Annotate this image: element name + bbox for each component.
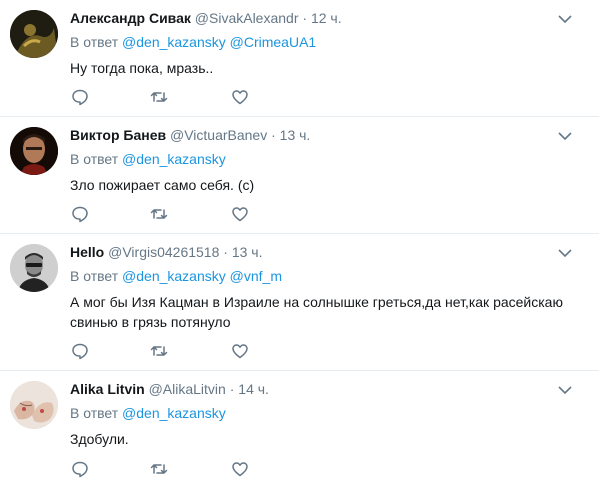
retweet-icon[interactable] — [149, 341, 169, 361]
separator: · — [271, 127, 276, 143]
timestamp[interactable]: 12 ч. — [311, 10, 342, 26]
tweet-header: Hello @Virgis04261518 · 13 ч. — [70, 242, 263, 262]
mention-link[interactable]: @den_kazansky — [122, 34, 226, 50]
tweet-actions — [70, 204, 290, 224]
separator: · — [302, 10, 308, 26]
tweet[interactable]: Александр Сивак @SivakAlexandr · 12 ч. В… — [0, 0, 599, 117]
chevron-down-icon[interactable] — [557, 383, 573, 395]
chevron-down-icon[interactable] — [557, 246, 573, 258]
reply-prefix: В ответ — [70, 405, 119, 421]
tweet-actions — [70, 87, 290, 107]
avatar[interactable] — [10, 127, 58, 175]
reply-prefix: В ответ — [70, 34, 119, 50]
display-name[interactable]: Александр Сивак — [70, 10, 191, 26]
retweet-icon[interactable] — [149, 87, 169, 107]
reply-bubble-icon[interactable] — [70, 341, 90, 361]
avatar[interactable] — [10, 381, 58, 429]
mention-link[interactable]: @CrimeaUA1 — [230, 34, 317, 50]
chevron-down-icon[interactable] — [557, 129, 573, 141]
heart-icon[interactable] — [230, 87, 250, 107]
display-name[interactable]: Hello — [70, 244, 104, 260]
separator: · — [229, 381, 235, 397]
tweet[interactable]: Виктор Банев @VictuarBanev · 13 ч. В отв… — [0, 117, 599, 234]
mention-link[interactable]: @den_kazansky — [122, 405, 226, 421]
avatar[interactable] — [10, 10, 58, 58]
tweet-text: Зло пожирает само себя. (с) — [70, 177, 255, 193]
retweet-icon[interactable] — [149, 204, 169, 224]
separator: · — [223, 244, 228, 260]
timestamp[interactable]: 14 ч. — [238, 381, 269, 397]
reply-prefix: В ответ — [70, 151, 119, 167]
tweet[interactable]: Alika Litvin @AlikaLitvin · 14 ч. В отве… — [0, 371, 599, 485]
heart-icon[interactable] — [230, 341, 250, 361]
mention-link[interactable]: @den_kazansky — [122, 268, 226, 284]
tweet-actions — [70, 341, 290, 361]
tweet-text: Здобули. — [70, 431, 129, 447]
tweet-header: Александр Сивак @SivakAlexandr · 12 ч. — [70, 8, 342, 28]
heart-icon[interactable] — [230, 204, 250, 224]
tweet[interactable]: Hello @Virgis04261518 · 13 ч. В ответ @d… — [0, 234, 599, 371]
tweet-header: Alika Litvin @AlikaLitvin · 14 ч. — [70, 379, 269, 399]
mention-link[interactable]: @vnf_m — [230, 268, 282, 284]
user-handle[interactable]: @Virgis04261518 — [108, 244, 219, 260]
timestamp[interactable]: 13 ч. — [232, 244, 263, 260]
tweet-text: Ну тогда пока, мразь.. — [70, 60, 214, 76]
heart-icon[interactable] — [230, 459, 250, 479]
retweet-icon[interactable] — [149, 459, 169, 479]
tweet-actions — [70, 459, 290, 479]
user-handle[interactable]: @VictuarBanev — [170, 127, 267, 143]
reply-bubble-icon[interactable] — [70, 87, 90, 107]
reply-bubble-icon[interactable] — [70, 459, 90, 479]
reply-bubble-icon[interactable] — [70, 204, 90, 224]
reply-prefix: В ответ — [70, 268, 119, 284]
display-name[interactable]: Alika Litvin — [70, 381, 145, 397]
avatar[interactable] — [10, 244, 58, 292]
reply-context: В ответ @den_kazansky @vnf_m — [70, 266, 282, 286]
user-handle[interactable]: @SivakAlexandr — [195, 10, 299, 26]
mention-link[interactable]: @den_kazansky — [122, 151, 226, 167]
tweet-header: Виктор Банев @VictuarBanev · 13 ч. — [70, 125, 310, 145]
user-handle[interactable]: @AlikaLitvin — [149, 381, 226, 397]
timestamp[interactable]: 13 ч. — [280, 127, 311, 143]
tweet-text: А мог бы Изя Кацман в Израиле на солнышк… — [70, 294, 563, 330]
display-name[interactable]: Виктор Банев — [70, 127, 166, 143]
chevron-down-icon[interactable] — [557, 12, 573, 24]
reply-context: В ответ @den_kazansky — [70, 403, 226, 423]
reply-context: В ответ @den_kazansky @CrimeaUA1 — [70, 32, 316, 52]
reply-context: В ответ @den_kazansky — [70, 149, 226, 169]
